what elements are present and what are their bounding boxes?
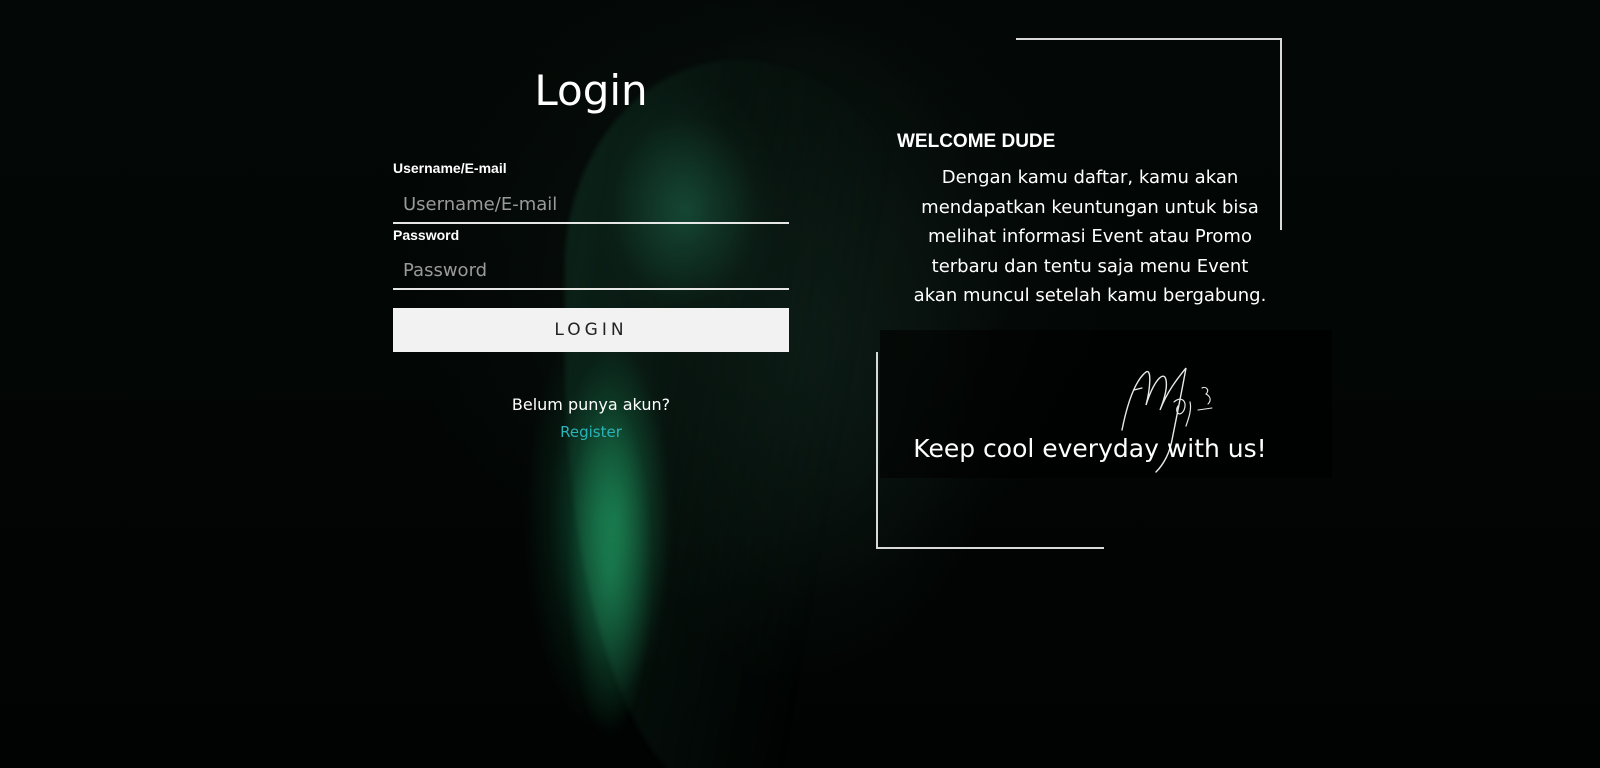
password-label: Password [393,227,460,243]
welcome-title: WELCOME DUDE [897,131,1056,152]
username-label: Username/E-mail [393,160,507,176]
password-input[interactable] [393,252,789,290]
login-button[interactable]: LOGIN [393,308,789,352]
username-input[interactable] [393,186,789,224]
register-link[interactable]: Register [393,423,789,441]
login-title: Login [534,66,648,115]
slogan-text: Keep cool everyday with us! [913,434,1267,463]
login-page: Login Username/E-mail Password LOGIN Bel… [0,0,1600,768]
no-account-text: Belum punya akun? [511,395,671,414]
welcome-description: Dengan kamu daftar, kamu akan mendapatka… [913,167,1267,306]
background-face-highlight [540,360,670,768]
